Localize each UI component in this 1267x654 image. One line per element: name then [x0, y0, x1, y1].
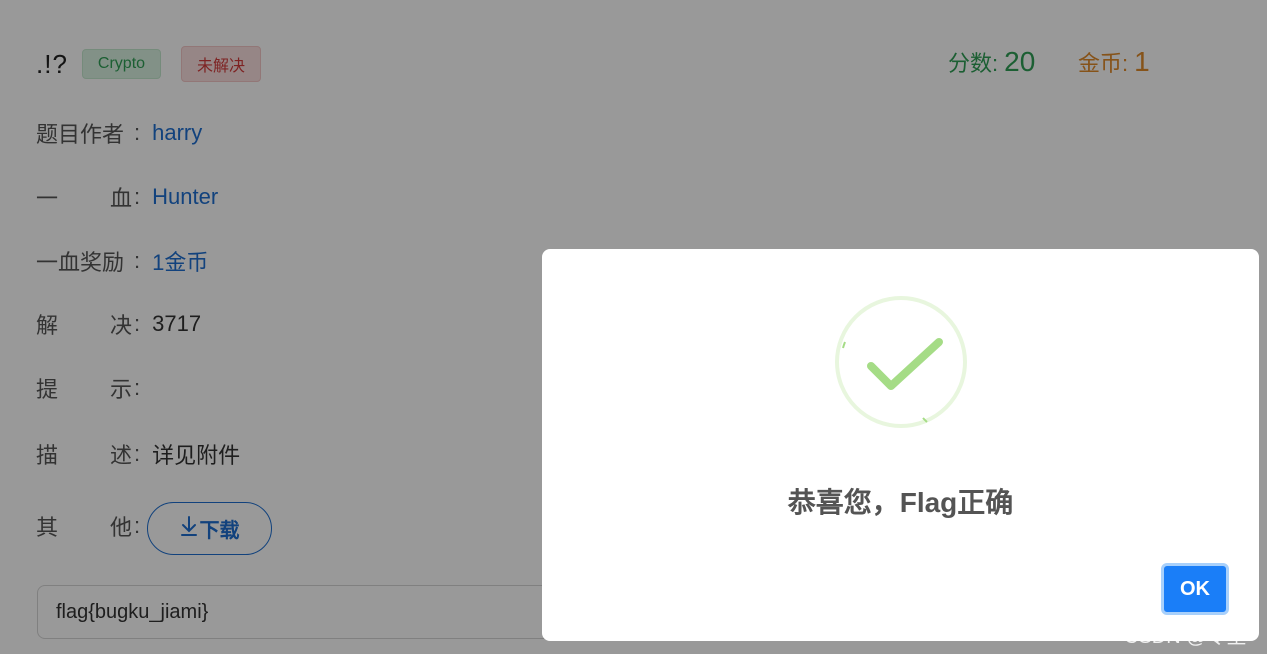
ok-button[interactable]: OK: [1161, 563, 1229, 615]
success-message: 恭喜您，Flag正确: [787, 487, 1014, 518]
watermark: CSDN @令笙: [1124, 626, 1247, 648]
success-check-icon: [835, 296, 967, 428]
success-dialog: 恭喜您，Flag正确 OK: [542, 249, 1259, 641]
